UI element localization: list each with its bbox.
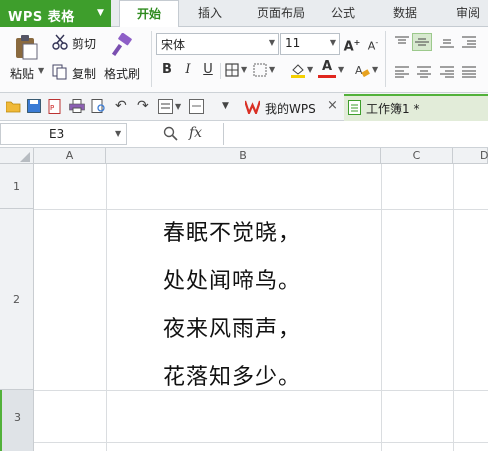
grid-line (34, 442, 488, 443)
row-header-1[interactable]: 1 (0, 164, 34, 209)
cell-text-line: 夜来风雨声， (163, 317, 302, 342)
chevron-down-icon[interactable]: ▼ (338, 65, 344, 74)
corner-triangle-icon (20, 152, 30, 162)
customize-toolbar-icon[interactable] (158, 99, 173, 114)
chevron-down-icon: ▼ (97, 8, 104, 18)
font-size-select[interactable]: 11 ▼ (280, 33, 340, 55)
font-size-value: 11 (285, 36, 301, 50)
cut-button[interactable]: 剪切 (72, 35, 96, 52)
doc-tab-label: 我的WPS (265, 102, 316, 116)
font-color-icon[interactable]: A (318, 59, 336, 78)
app-title: WPS 表格 (8, 10, 75, 25)
format-painter-icon[interactable] (110, 33, 136, 59)
save-icon[interactable] (27, 99, 41, 113)
align-middle-active[interactable] (412, 33, 432, 51)
print-preview-icon[interactable] (91, 99, 106, 114)
clear-format-icon[interactable]: A (355, 63, 370, 78)
close-icon[interactable]: × (327, 98, 338, 113)
chevron-down-icon[interactable]: ▼ (175, 102, 181, 111)
underline-icon[interactable]: U (199, 61, 217, 79)
export-pdf-icon[interactable]: P (48, 99, 63, 114)
font-name-select[interactable]: 宋体 ▼ (156, 33, 279, 55)
tab-formulas[interactable]: 公式 (322, 0, 364, 27)
copy-button[interactable]: 复制 (72, 65, 96, 82)
grid-line (381, 164, 382, 451)
chevron-down-icon[interactable]: ▼ (307, 65, 313, 74)
tab-insert[interactable]: 插入 (183, 0, 237, 27)
doc-tab-workbook[interactable]: 工作簿1 * (344, 94, 488, 121)
align-left-icon[interactable] (395, 66, 409, 78)
window-mode-icon[interactable] (189, 99, 204, 114)
formula-input[interactable] (223, 123, 488, 145)
border-icon[interactable] (225, 63, 239, 77)
grow-font-icon[interactable]: A+ (343, 34, 361, 54)
bold-icon[interactable]: B (158, 61, 176, 79)
tab-review[interactable]: 审阅 (448, 0, 488, 27)
column-header-c[interactable]: C (381, 148, 453, 164)
format-painter-button[interactable]: 格式刷 (104, 65, 140, 82)
cell-b2[interactable]: 春眠不觉晓， 处处闻啼鸟。 夜来风雨声， 花落知多少。 (107, 210, 381, 390)
chevron-down-icon: ▼ (115, 129, 122, 138)
ribbon-separator (220, 63, 221, 79)
fill-color-icon[interactable] (290, 62, 306, 78)
align-bottom-icon[interactable] (440, 36, 454, 48)
font-name-value: 宋体 (161, 38, 186, 52)
tab-page-layout[interactable]: 页面布局 (243, 0, 319, 27)
redo-icon[interactable]: ↷ (137, 98, 149, 114)
spreadsheet-file-icon (348, 100, 361, 115)
wps-logo-icon (245, 100, 260, 114)
paste-icon[interactable] (13, 34, 39, 60)
cell-text-line: 花落知多少。 (163, 365, 302, 390)
fx-icon[interactable]: fx (189, 125, 202, 141)
undo-icon[interactable]: ↶ (115, 98, 127, 114)
ribbon: 粘贴 ▼ 剪切 复制 格式刷 宋体 ▼ 11 ▼ A+ A- B I U ▼ ▼… (0, 27, 488, 93)
scissors-icon[interactable] (52, 34, 68, 50)
chevron-down-icon: ▼ (268, 38, 275, 47)
row-header-3[interactable]: 3 (0, 390, 34, 451)
chevron-down-icon[interactable]: ▼ (372, 65, 378, 74)
row-header-2[interactable]: 2 (0, 209, 34, 390)
doc-tab-my-wps[interactable]: 我的WPS × (238, 95, 342, 120)
svg-text:P: P (50, 104, 54, 112)
cell-text-line: 春眠不觉晓， (163, 221, 302, 246)
grid-line (453, 164, 454, 451)
chevron-down-icon[interactable]: ▼ (269, 65, 275, 74)
paste-dropdown-icon[interactable]: ▼ (38, 66, 44, 75)
ribbon-separator (385, 31, 386, 87)
open-folder-icon[interactable] (6, 100, 21, 113)
svg-text:A: A (355, 64, 363, 77)
column-header-b[interactable]: B (106, 148, 381, 164)
justify-icon[interactable] (462, 66, 476, 78)
align-top-icon[interactable] (395, 36, 409, 48)
shrink-font-icon[interactable]: A- (364, 34, 382, 53)
merge-cells-icon[interactable] (253, 63, 267, 77)
column-header-d[interactable]: D (453, 148, 488, 164)
tab-home[interactable]: 开始 (119, 0, 179, 29)
align-center-icon[interactable] (417, 66, 431, 78)
italic-icon[interactable]: I (179, 61, 197, 79)
name-box-value: E3 (49, 127, 65, 141)
ribbon-separator (151, 31, 152, 87)
align-middle-icon (415, 38, 429, 46)
copy-icon[interactable] (52, 64, 68, 80)
tab-data[interactable]: 数据 (384, 0, 426, 27)
doc-tab-label: 工作簿1 * (366, 102, 420, 116)
select-all-corner[interactable] (0, 148, 34, 164)
tabs-dropdown-icon[interactable]: ▼ (222, 101, 229, 111)
align-right-icon[interactable] (440, 66, 454, 78)
paste-button[interactable]: 粘贴 (10, 65, 34, 82)
zoom-icon[interactable] (163, 126, 178, 141)
chevron-down-icon: ▼ (329, 38, 336, 47)
print-icon[interactable] (69, 99, 85, 113)
app-menu-button[interactable]: WPS 表格 ▼ (0, 0, 111, 27)
column-header-a[interactable]: A (34, 148, 106, 164)
name-box[interactable]: E3 ▼ (0, 123, 127, 145)
decrease-indent-icon[interactable] (462, 36, 476, 48)
cell-text-line: 处处闻啼鸟。 (163, 269, 302, 294)
chevron-down-icon[interactable]: ▼ (241, 65, 247, 74)
